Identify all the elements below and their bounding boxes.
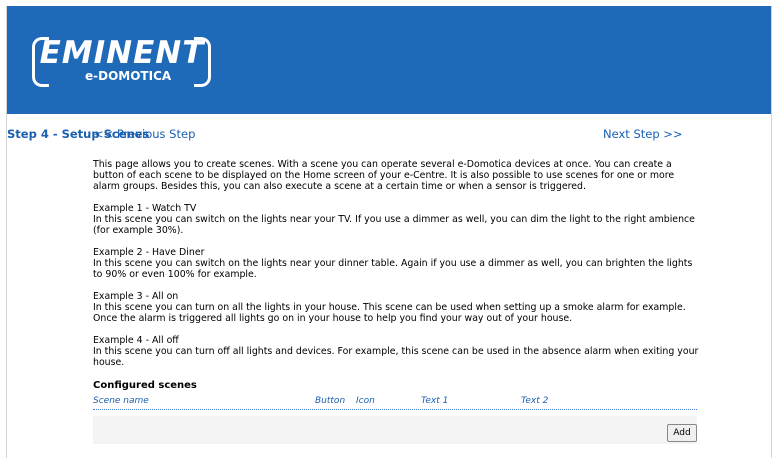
example-title: Example 4 - All off [93, 335, 179, 346]
page-frame: EMINENT e-DOMOTICA << Previous Step Step… [6, 6, 772, 458]
example-text: In this scene you can turn off all light… [93, 346, 699, 368]
eminent-logo: EMINENT e-DOMOTICA [32, 35, 211, 89]
example-text: In this scene you can turn on all the li… [93, 302, 686, 324]
header-banner: EMINENT e-DOMOTICA [7, 6, 771, 114]
example-4: Example 4 - All off In this scene you ca… [93, 335, 703, 368]
logo-wordmark: EMINENT [39, 35, 205, 71]
example-3: Example 3 - All on In this scene you can… [93, 291, 703, 324]
next-step-link[interactable]: Next Step >> [603, 127, 683, 141]
example-title: Example 3 - All on [93, 291, 179, 302]
example-2: Example 2 - Have Diner In this scene you… [93, 247, 703, 280]
previous-step-link[interactable]: << Previous Step [94, 127, 195, 141]
example-1: Example 1 - Watch TV In this scene you c… [93, 203, 703, 236]
add-scene-button[interactable]: Add [667, 424, 697, 442]
column-text-1: Text 1 [421, 396, 449, 406]
scenes-table-header: Scene name Button Icon Text 1 Text 2 [93, 396, 697, 410]
step-navigation: << Previous Step Step 4 - Setup Scenes N… [7, 127, 771, 145]
column-scene-name: Scene name [93, 396, 149, 406]
example-title: Example 1 - Watch TV [93, 203, 197, 214]
scenes-table-footer [93, 416, 697, 444]
example-text: In this scene you can switch on the ligh… [93, 258, 693, 280]
column-text-2: Text 2 [521, 396, 549, 406]
column-button: Button [315, 396, 346, 406]
column-icon: Icon [356, 396, 375, 406]
intro-text: This page allows you to create scenes. W… [93, 159, 675, 192]
example-title: Example 2 - Have Diner [93, 247, 205, 258]
configured-scenes-heading: Configured scenes [93, 380, 197, 391]
scene-description: This page allows you to create scenes. W… [93, 159, 703, 379]
example-text: In this scene you can switch on the ligh… [93, 214, 695, 236]
logo-subtext: e-DOMOTICA [82, 69, 175, 83]
